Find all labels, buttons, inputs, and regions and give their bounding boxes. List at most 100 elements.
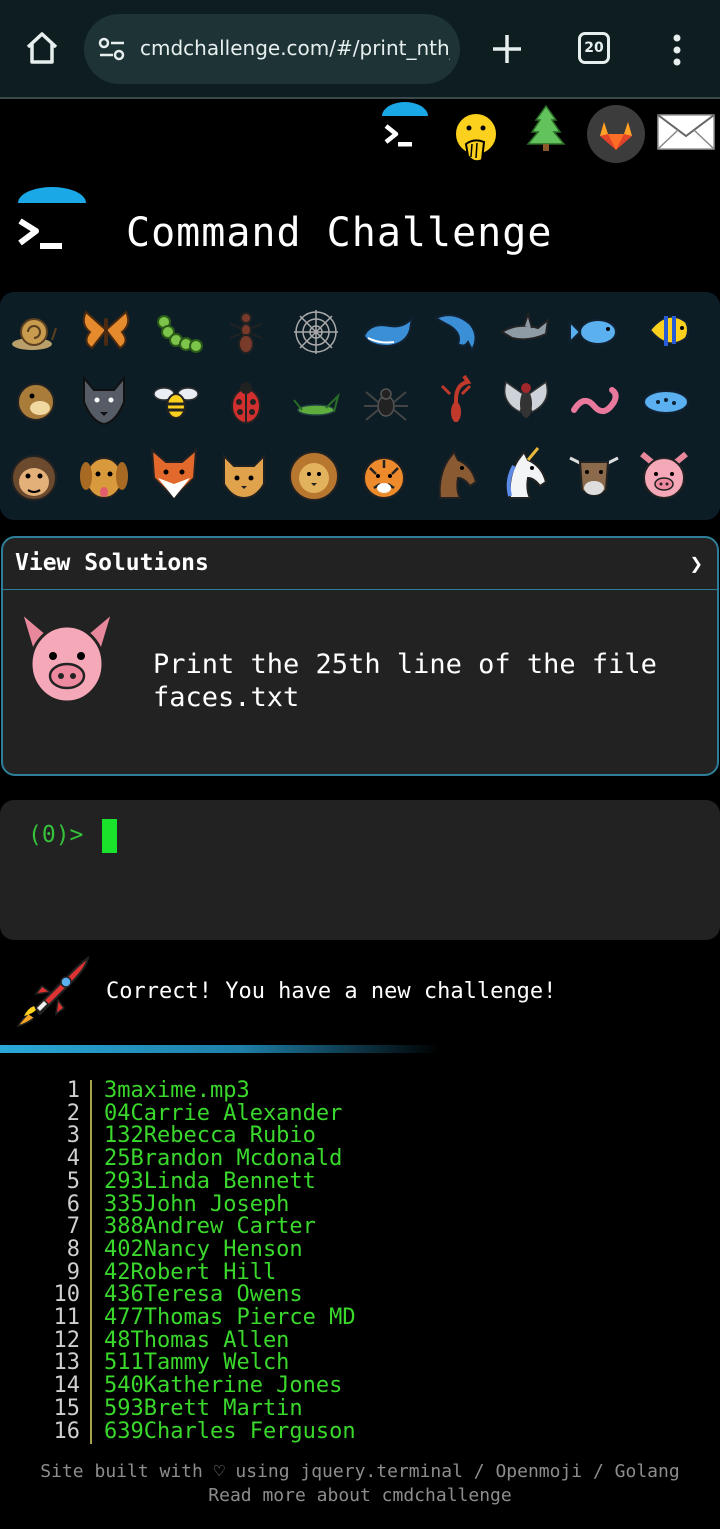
line-number: 13	[53, 1350, 81, 1376]
line-text: 48Thomas Allen	[104, 1327, 290, 1353]
tree-icon[interactable]	[526, 104, 566, 152]
bee-icon[interactable]	[148, 374, 204, 430]
view-solutions-toggle[interactable]: View Solutions ❯	[3, 538, 717, 590]
view-solutions-label: View Solutions	[15, 550, 209, 576]
unicorn-icon[interactable]	[498, 446, 554, 502]
line-number: 6	[66, 1191, 80, 1217]
line-separator	[90, 1125, 92, 1149]
line-number: 14	[53, 1373, 81, 1399]
challenge-description: Print the 25th line of the file faces.tx…	[153, 648, 693, 714]
worm-icon[interactable]	[568, 374, 624, 430]
line-number: 15	[53, 1395, 81, 1421]
dog-icon[interactable]	[76, 448, 132, 504]
line-number: 5	[66, 1168, 80, 1194]
line-text: 335John Joseph	[104, 1191, 290, 1217]
fly-icon[interactable]	[498, 372, 554, 428]
face-with-hand-over-mouth-icon[interactable]	[452, 110, 500, 166]
rocket-icon	[16, 956, 90, 1028]
gitlab-icon[interactable]	[586, 104, 646, 164]
line-separator	[90, 1148, 92, 1172]
lion-icon[interactable]	[286, 448, 342, 504]
line-separator	[90, 1080, 92, 1103]
line-separator	[90, 1238, 92, 1262]
divider	[0, 1045, 440, 1053]
line-separator	[90, 1375, 92, 1399]
footer-read-more-link[interactable]: Read more about cmdchallenge	[0, 1484, 720, 1508]
horse-icon[interactable]	[428, 446, 484, 502]
terminal-input[interactable]: (0)>	[0, 800, 720, 940]
mail-icon[interactable]	[656, 112, 716, 152]
line-text: 04Carrie Alexander	[104, 1100, 343, 1126]
cat-icon[interactable]	[216, 448, 272, 504]
blowfish-icon[interactable]	[8, 374, 64, 430]
fox-icon[interactable]	[146, 446, 202, 502]
terminal-cursor	[102, 819, 117, 853]
logo-icon	[18, 187, 86, 249]
tropical-fish-icon[interactable]	[640, 302, 696, 358]
line-number: 11	[53, 1305, 81, 1330]
output-row: 11 477Thomas Pierce MD	[0, 1307, 720, 1330]
dolphin-icon[interactable]	[428, 304, 484, 360]
new-tab-icon[interactable]	[490, 32, 524, 66]
line-separator	[90, 1261, 92, 1285]
challenge-line: faces.txt	[153, 682, 300, 713]
ladybug-icon[interactable]	[218, 374, 274, 430]
browser-toolbar: cmdchallenge.com/#/print_nth_ 20	[0, 0, 720, 99]
line-text: 477Thomas Pierce MD	[104, 1305, 356, 1330]
output-row: 2 04Carrie Alexander	[0, 1100, 720, 1126]
line-number: 10	[53, 1282, 81, 1308]
top-icon-row	[0, 100, 720, 170]
line-separator	[90, 1284, 92, 1308]
line-text: 402Nancy Henson	[104, 1236, 303, 1262]
shark-icon[interactable]	[498, 304, 554, 360]
line-text: 388Andrew Carter	[104, 1214, 316, 1240]
line-text: 25Brandon Mcdonald	[104, 1146, 343, 1172]
output-row: 1 3maxime.mp3	[0, 1080, 720, 1103]
pig-icon[interactable]	[636, 448, 692, 504]
line-text: 436Teresa Owens	[104, 1282, 303, 1308]
url-text[interactable]: cmdchallenge.com/#/print_nth_	[140, 36, 450, 60]
line-text: 42Robert Hill	[104, 1259, 277, 1285]
line-separator	[90, 1102, 92, 1126]
line-separator	[90, 1193, 92, 1217]
monkey-icon[interactable]	[6, 450, 62, 506]
more-menu-icon[interactable]	[670, 34, 684, 66]
ant-icon[interactable]	[218, 304, 274, 360]
line-number: 7	[66, 1214, 80, 1240]
fish-icon[interactable]	[568, 304, 624, 360]
output-row: 10 436Teresa Owens	[0, 1282, 720, 1308]
whale-icon[interactable]	[360, 304, 416, 360]
solutions-panel: View Solutions ❯ Print the 25th line of …	[1, 536, 719, 776]
line-text: 132Rebecca Rubio	[104, 1123, 316, 1149]
output-row: 6 335John Joseph	[0, 1191, 720, 1217]
line-text: 593Brett Martin	[104, 1395, 303, 1421]
home-icon[interactable]	[22, 28, 62, 68]
spider-icon[interactable]	[358, 374, 414, 430]
output-row: 3 132Rebecca Rubio	[0, 1123, 720, 1149]
line-separator	[90, 1170, 92, 1194]
line-text: 639Charles Ferguson	[104, 1418, 356, 1444]
line-separator	[90, 1329, 92, 1353]
microbe-icon[interactable]	[638, 374, 694, 430]
output-row: 7 388Andrew Carter	[0, 1214, 720, 1240]
wolf-icon[interactable]	[76, 372, 132, 428]
tiger-icon[interactable]	[356, 448, 412, 504]
cricket-icon[interactable]	[288, 376, 344, 432]
line-number: 8	[66, 1236, 80, 1262]
address-bar[interactable]: cmdchallenge.com/#/print_nth_	[84, 14, 460, 84]
line-text: 3maxime.mp3	[104, 1080, 250, 1103]
site-settings-icon[interactable]	[98, 37, 126, 61]
footer-credits[interactable]: Site built with ♡ using jquery.terminal …	[0, 1460, 720, 1484]
terminal-prompt: (0)>	[28, 822, 84, 848]
terminal-icon[interactable]	[378, 102, 432, 154]
spider-web-icon[interactable]	[288, 304, 344, 360]
cow-icon[interactable]	[566, 446, 622, 502]
butterfly-icon[interactable]	[78, 302, 134, 358]
challenge-line: Print the 25th line of the file	[153, 649, 657, 680]
snail-icon[interactable]	[8, 304, 64, 360]
tab-switcher-button[interactable]: 20	[578, 32, 610, 64]
caterpillar-icon[interactable]	[150, 306, 206, 362]
chevron-right-icon[interactable]: ❯	[690, 552, 703, 577]
scorpion-icon[interactable]	[428, 372, 484, 428]
output-row: 16 639Charles Ferguson	[0, 1418, 720, 1444]
